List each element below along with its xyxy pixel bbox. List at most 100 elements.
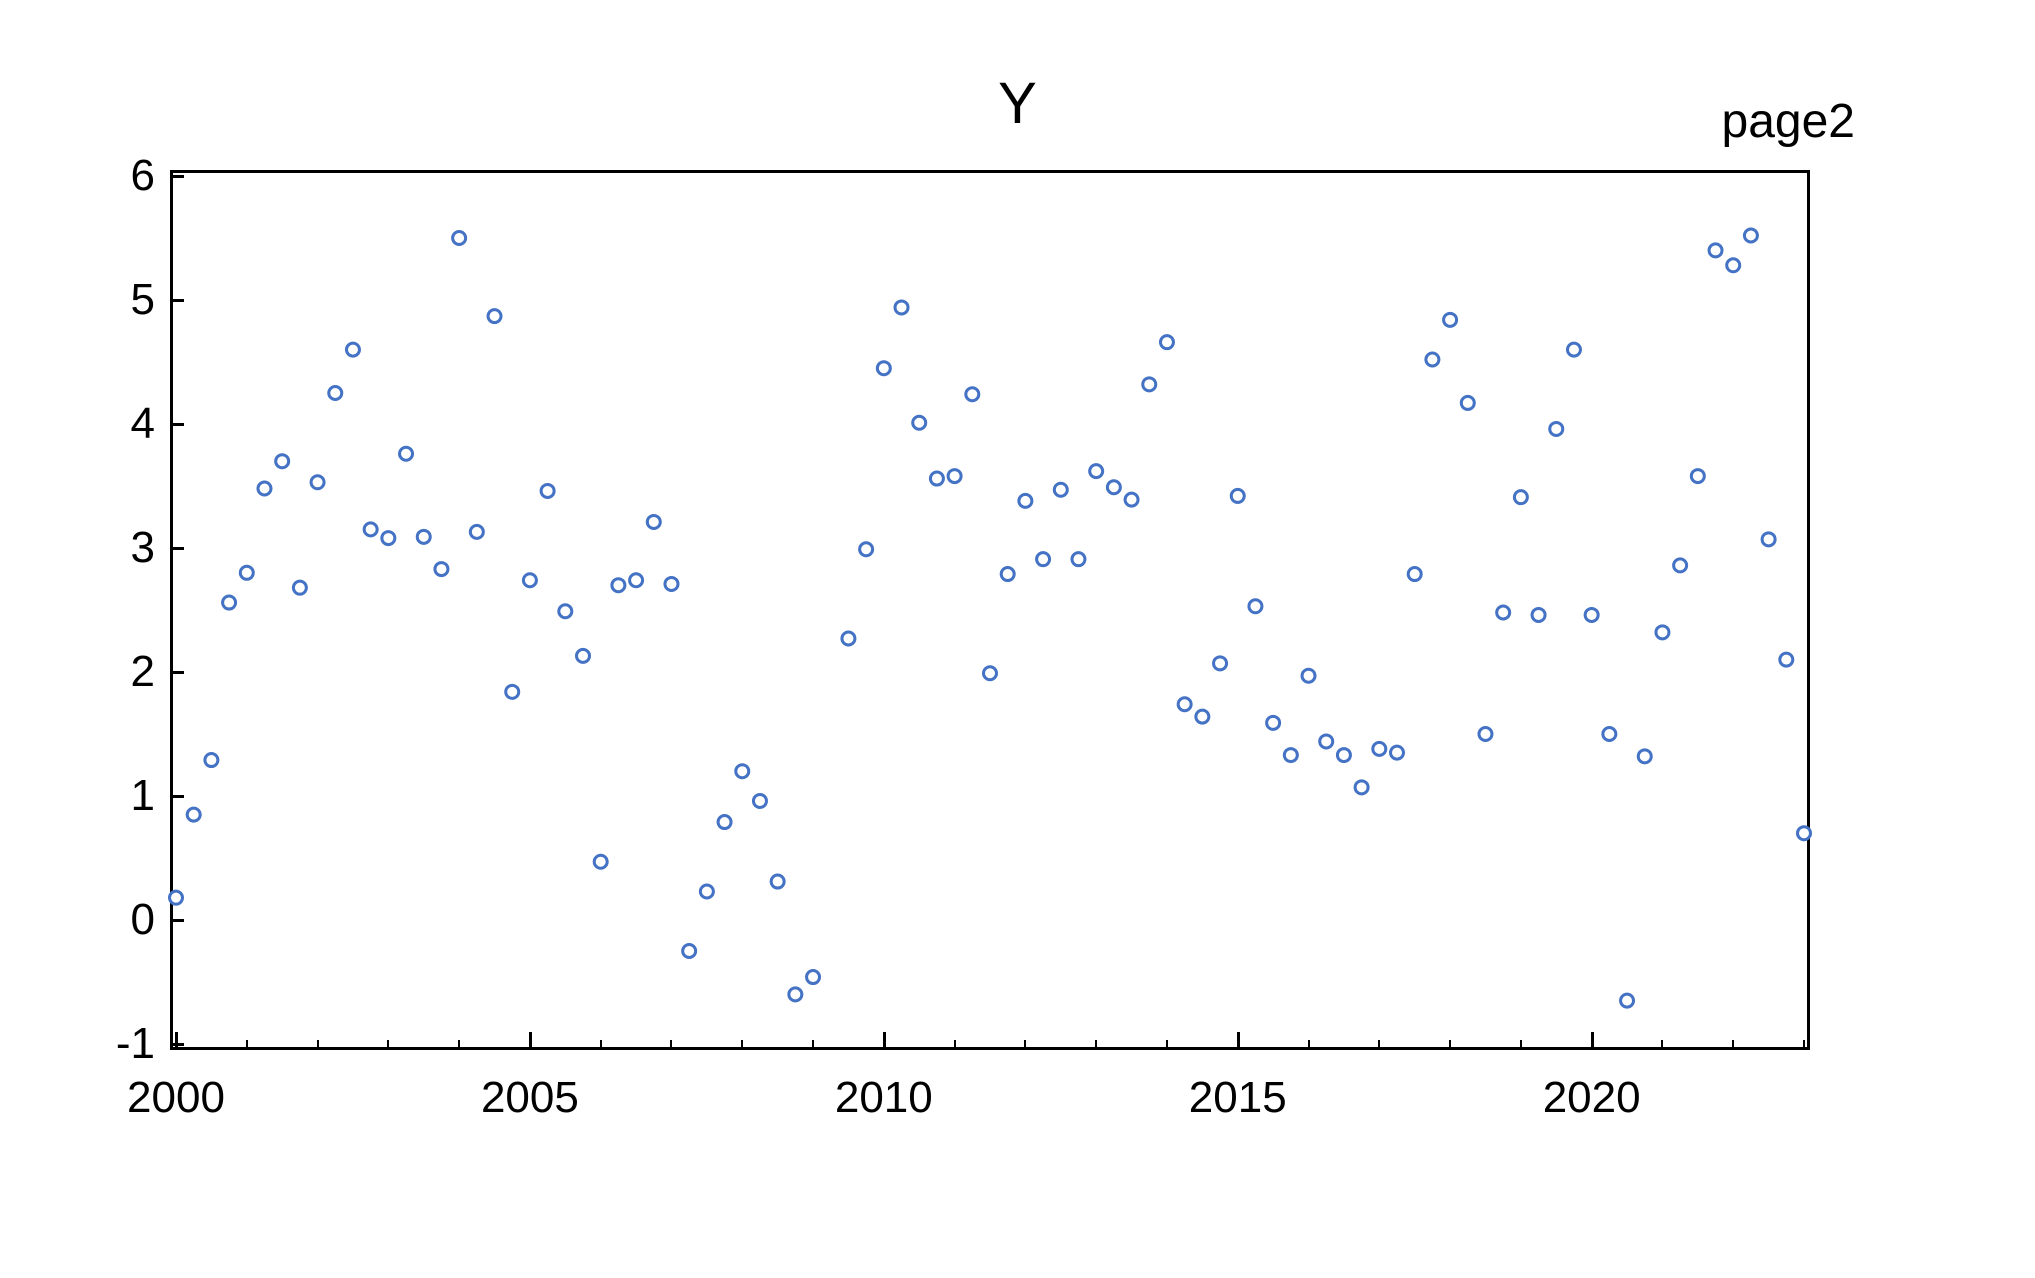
y-tick-label: 2 bbox=[131, 647, 155, 697]
data-point bbox=[842, 632, 855, 645]
data-point bbox=[877, 362, 890, 375]
y-tick-label: 6 bbox=[131, 151, 155, 201]
x-tick-minor bbox=[246, 1040, 248, 1050]
x-tick-minor bbox=[1732, 1040, 1734, 1050]
data-point bbox=[1214, 657, 1227, 670]
data-point bbox=[1320, 735, 1333, 748]
data-point bbox=[329, 387, 342, 400]
data-point bbox=[1355, 781, 1368, 794]
data-point bbox=[789, 988, 802, 1001]
data-point bbox=[771, 875, 784, 888]
x-tick-minor bbox=[1024, 1040, 1026, 1050]
data-point bbox=[435, 563, 448, 576]
y-tick-label: 1 bbox=[131, 771, 155, 821]
x-tick-minor bbox=[1095, 1040, 1097, 1050]
data-point bbox=[1090, 465, 1103, 478]
data-point bbox=[683, 945, 696, 958]
x-tick-label: 2010 bbox=[835, 1073, 933, 1123]
data-point bbox=[913, 416, 926, 429]
data-point bbox=[240, 566, 253, 579]
data-point bbox=[577, 649, 590, 662]
data-point bbox=[1621, 994, 1634, 1007]
x-tick-label: 2005 bbox=[481, 1073, 579, 1123]
data-point bbox=[594, 855, 607, 868]
x-tick-minor bbox=[1661, 1040, 1663, 1050]
data-point bbox=[1691, 470, 1704, 483]
y-tick bbox=[170, 547, 184, 550]
data-point bbox=[1550, 422, 1563, 435]
data-point bbox=[523, 574, 536, 587]
data-point bbox=[1196, 710, 1209, 723]
data-point bbox=[700, 885, 713, 898]
data-point bbox=[170, 891, 183, 904]
x-tick-major bbox=[1591, 1032, 1594, 1050]
data-point bbox=[187, 808, 200, 821]
x-tick-major bbox=[175, 1032, 178, 1050]
data-point bbox=[470, 525, 483, 538]
data-point bbox=[1037, 553, 1050, 566]
data-point bbox=[559, 605, 572, 618]
data-point bbox=[1426, 353, 1439, 366]
data-point bbox=[930, 472, 943, 485]
y-tick-label: -1 bbox=[116, 1019, 155, 1069]
data-point bbox=[1532, 608, 1545, 621]
data-point bbox=[346, 343, 359, 356]
x-tick-major bbox=[1237, 1032, 1240, 1050]
x-tick-minor bbox=[1166, 1040, 1168, 1050]
chart: Y page2 -1012345620002005201020152020 bbox=[0, 0, 2035, 1278]
x-tick-minor bbox=[1520, 1040, 1522, 1050]
data-point bbox=[1302, 669, 1315, 682]
data-point bbox=[984, 667, 997, 680]
data-point bbox=[1072, 553, 1085, 566]
data-point bbox=[1479, 728, 1492, 741]
y-tick-label: 5 bbox=[131, 275, 155, 325]
data-point bbox=[1125, 493, 1138, 506]
x-tick-minor bbox=[812, 1040, 814, 1050]
data-point bbox=[1160, 336, 1173, 349]
data-point bbox=[1391, 746, 1404, 759]
y-tick bbox=[170, 795, 184, 798]
data-point bbox=[1267, 716, 1280, 729]
x-tick-major bbox=[529, 1032, 532, 1050]
x-tick-minor bbox=[317, 1040, 319, 1050]
data-point bbox=[1709, 244, 1722, 257]
data-point bbox=[205, 754, 218, 767]
y-tick-label: 0 bbox=[131, 895, 155, 945]
y-tick bbox=[170, 423, 184, 426]
data-point bbox=[966, 388, 979, 401]
data-point bbox=[1054, 483, 1067, 496]
y-tick bbox=[170, 175, 184, 178]
data-point bbox=[1249, 600, 1262, 613]
data-point bbox=[1284, 749, 1297, 762]
data-point bbox=[223, 596, 236, 609]
data-point bbox=[293, 581, 306, 594]
x-tick-minor bbox=[1449, 1040, 1451, 1050]
x-tick-minor bbox=[600, 1040, 602, 1050]
data-point bbox=[665, 577, 678, 590]
chart-annotation-page: page2 bbox=[1722, 94, 1855, 149]
data-point bbox=[753, 794, 766, 807]
data-point bbox=[506, 685, 519, 698]
x-tick-minor bbox=[387, 1040, 389, 1050]
data-point bbox=[1019, 494, 1032, 507]
x-tick-minor bbox=[458, 1040, 460, 1050]
data-point bbox=[1656, 626, 1669, 639]
scatter-points-layer bbox=[173, 173, 1807, 1047]
data-point bbox=[1143, 378, 1156, 391]
data-point bbox=[647, 515, 660, 528]
data-point bbox=[1674, 559, 1687, 572]
data-point bbox=[311, 476, 324, 489]
data-point bbox=[1337, 749, 1350, 762]
x-tick-major bbox=[883, 1032, 886, 1050]
data-point bbox=[1585, 608, 1598, 621]
x-tick-minor bbox=[1378, 1040, 1380, 1050]
x-tick-minor bbox=[954, 1040, 956, 1050]
data-point bbox=[1107, 481, 1120, 494]
data-point bbox=[1638, 750, 1651, 763]
data-point bbox=[364, 523, 377, 536]
data-point bbox=[807, 971, 820, 984]
y-tick bbox=[170, 919, 184, 922]
data-point bbox=[1514, 491, 1527, 504]
data-point bbox=[1798, 827, 1811, 840]
x-tick-minor bbox=[741, 1040, 743, 1050]
